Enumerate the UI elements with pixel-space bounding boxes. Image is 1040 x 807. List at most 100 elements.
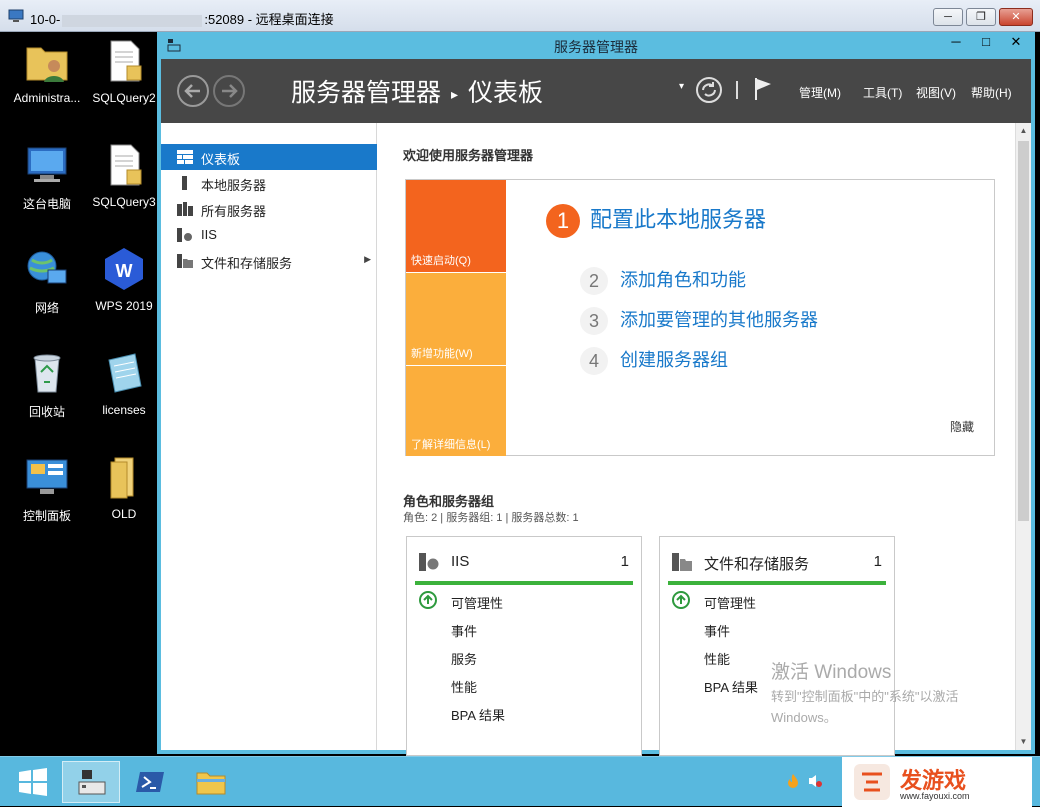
desktop-icon-sqlquery2[interactable]: SQLQuery2 xyxy=(84,38,164,105)
scroll-down-icon[interactable]: ▼ xyxy=(1016,734,1031,750)
notepad-icon xyxy=(108,353,142,393)
desktop-icon-this-pc[interactable]: 这台电脑 xyxy=(7,142,87,212)
dashboard-icon xyxy=(177,150,193,164)
rdp-minimize-button[interactable]: ─ xyxy=(933,8,963,26)
rdp-title: 10-0-:52089 - 远程桌面连接 xyxy=(30,12,334,27)
redacted-host xyxy=(62,14,203,27)
network-icon xyxy=(27,251,67,284)
sm-titlebar[interactable]: 服务器管理器 ─ □ ✕ xyxy=(161,32,1031,59)
status-ok-icon xyxy=(672,591,690,609)
expand-arrow-icon[interactable]: ▶ xyxy=(364,254,371,265)
wps-icon: W xyxy=(105,248,143,290)
local-server-icon xyxy=(182,176,187,190)
menu-help[interactable]: 帮助(H) xyxy=(971,84,1012,101)
remote-desktop-window: 10-0-:52089 - 远程桌面连接 ─ ❐ ✕ Administra...… xyxy=(0,0,1040,807)
desktop-icon-sqlquery3[interactable]: SQLQuery3 xyxy=(84,142,164,209)
all-servers-icon xyxy=(177,202,193,216)
desktop-icon-wps[interactable]: W WPS 2019 xyxy=(84,246,164,313)
taskbar-powershell[interactable] xyxy=(122,761,180,803)
row-manageability[interactable]: 可管理性 xyxy=(704,593,756,612)
menu-manage[interactable]: 管理(M) xyxy=(799,84,841,101)
start-button[interactable] xyxy=(4,761,62,803)
menu-tools[interactable]: 工具(T) xyxy=(863,84,902,101)
row-manageability[interactable]: 可管理性 xyxy=(451,593,503,612)
sm-minimize-button[interactable]: ─ xyxy=(941,32,971,52)
step-add-servers[interactable]: 3 添加要管理的其他服务器 xyxy=(580,306,818,336)
row-bpa-results[interactable]: BPA 结果 xyxy=(704,677,758,696)
taskbar-file-explorer[interactable] xyxy=(182,761,240,803)
quick-start-panel: 快速启动(Q) 新增功能(W) 了解详细信息(L) 1 配置此本地服务器 2 添加角… xyxy=(405,179,995,456)
sm-close-button[interactable]: ✕ xyxy=(1001,32,1031,52)
tray-flame-icon[interactable] xyxy=(786,773,800,789)
row-performance[interactable]: 性能 xyxy=(451,677,477,696)
desktop-icon-network[interactable]: 网络 xyxy=(7,246,87,316)
server-manager-icon xyxy=(78,770,106,795)
step-add-roles[interactable]: 2 添加角色和功能 xyxy=(580,266,746,296)
control-panel-icon xyxy=(26,459,68,494)
rdp-close-button[interactable]: ✕ xyxy=(999,8,1033,26)
forward-button[interactable] xyxy=(213,75,245,107)
row-bpa-results[interactable]: BPA 结果 xyxy=(451,705,505,724)
nav-item-local-server[interactable]: 本地服务器 xyxy=(161,170,377,196)
user-folder-icon xyxy=(26,47,68,82)
powershell-icon xyxy=(136,772,164,792)
desktop-icon-old[interactable]: OLD xyxy=(84,454,164,521)
row-services[interactable]: 服务 xyxy=(451,649,477,668)
back-arrow-icon xyxy=(184,84,200,98)
rdp-restore-button[interactable]: ❐ xyxy=(966,8,996,26)
nav-item-file-storage[interactable]: 文件和存储服务 ▶ xyxy=(161,248,377,274)
desktop-icon-licenses[interactable]: licenses xyxy=(84,350,164,417)
roles-summary: 角色: 2 | 服务器组: 1 | 服务器总数: 1 xyxy=(403,512,579,524)
row-events[interactable]: 事件 xyxy=(704,621,730,640)
refresh-icon xyxy=(702,82,716,97)
remote-desktop-icon xyxy=(8,9,24,22)
tile-quick-start[interactable]: 快速启动(Q) xyxy=(406,180,506,272)
row-events[interactable]: 事件 xyxy=(451,621,477,640)
step-configure-local-server[interactable]: 1 配置此本地服务器 xyxy=(546,202,766,239)
windows-logo-icon xyxy=(19,768,47,796)
vertical-scrollbar[interactable]: ▲ ▼ xyxy=(1015,123,1031,750)
tile-learn-more[interactable]: 了解详细信息(L) xyxy=(406,366,506,456)
hide-link[interactable]: 隐藏 xyxy=(950,418,974,435)
breadcrumb-page: 仪表板 xyxy=(468,79,544,107)
iis-icon xyxy=(419,553,439,571)
sm-title: 服务器管理器 xyxy=(554,39,638,55)
file-storage-icon xyxy=(177,254,193,268)
iis-icon xyxy=(177,228,193,242)
svg-text:W: W xyxy=(116,261,133,281)
desktop-icon-recycle-bin[interactable]: 回收站 xyxy=(7,350,87,420)
breadcrumb: 服务器管理器 ▸ 仪表板 xyxy=(291,73,543,109)
notifications-flag-icon[interactable] xyxy=(753,76,773,102)
watermark-logo-icon xyxy=(854,764,890,800)
scroll-up-icon[interactable]: ▲ xyxy=(1016,123,1031,139)
forward-arrow-icon xyxy=(222,84,238,98)
breadcrumb-separator: ▸ xyxy=(451,85,459,102)
computer-icon xyxy=(27,147,67,182)
sql-file-icon xyxy=(110,40,142,82)
nav-item-all-servers[interactable]: 所有服务器 xyxy=(161,196,377,222)
tile-whats-new[interactable]: 新增功能(W) xyxy=(406,273,506,365)
row-performance[interactable]: 性能 xyxy=(704,649,730,668)
nav-item-dashboard[interactable]: 仪表板 xyxy=(161,144,377,170)
taskbar-server-manager[interactable] xyxy=(62,761,120,803)
back-button[interactable] xyxy=(177,75,209,107)
taskbar: 发游戏 www.fayouxi.com xyxy=(0,756,1040,807)
history-dropdown-icon[interactable]: ▾ xyxy=(679,81,684,92)
refresh-button[interactable] xyxy=(696,77,722,103)
scroll-thumb[interactable] xyxy=(1018,141,1029,521)
role-card-iis[interactable]: IIS 1 可管理性 事件 服务 性能 BPA 结果 xyxy=(406,536,642,756)
tray-speaker-muted-icon[interactable] xyxy=(808,773,822,789)
header-divider xyxy=(736,81,738,99)
breadcrumb-root[interactable]: 服务器管理器 xyxy=(291,79,441,107)
step-create-server-group[interactable]: 4 创建服务器组 xyxy=(580,346,728,376)
rdp-titlebar[interactable]: 10-0-:52089 - 远程桌面连接 ─ ❐ ✕ xyxy=(0,0,1040,32)
site-watermark: 发游戏 www.fayouxi.com xyxy=(842,757,1032,807)
desktop-icon-administrator[interactable]: Administra... xyxy=(7,38,87,105)
desktop-icon-control-panel[interactable]: 控制面板 xyxy=(7,454,87,524)
file-storage-icon xyxy=(672,553,692,571)
nav-item-iis[interactable]: IIS xyxy=(161,222,377,248)
menu-view[interactable]: 视图(V) xyxy=(916,84,956,101)
roles-title: 角色和服务器组 xyxy=(403,494,495,509)
sm-maximize-button[interactable]: □ xyxy=(971,32,1001,52)
sql-file-icon xyxy=(110,144,142,186)
